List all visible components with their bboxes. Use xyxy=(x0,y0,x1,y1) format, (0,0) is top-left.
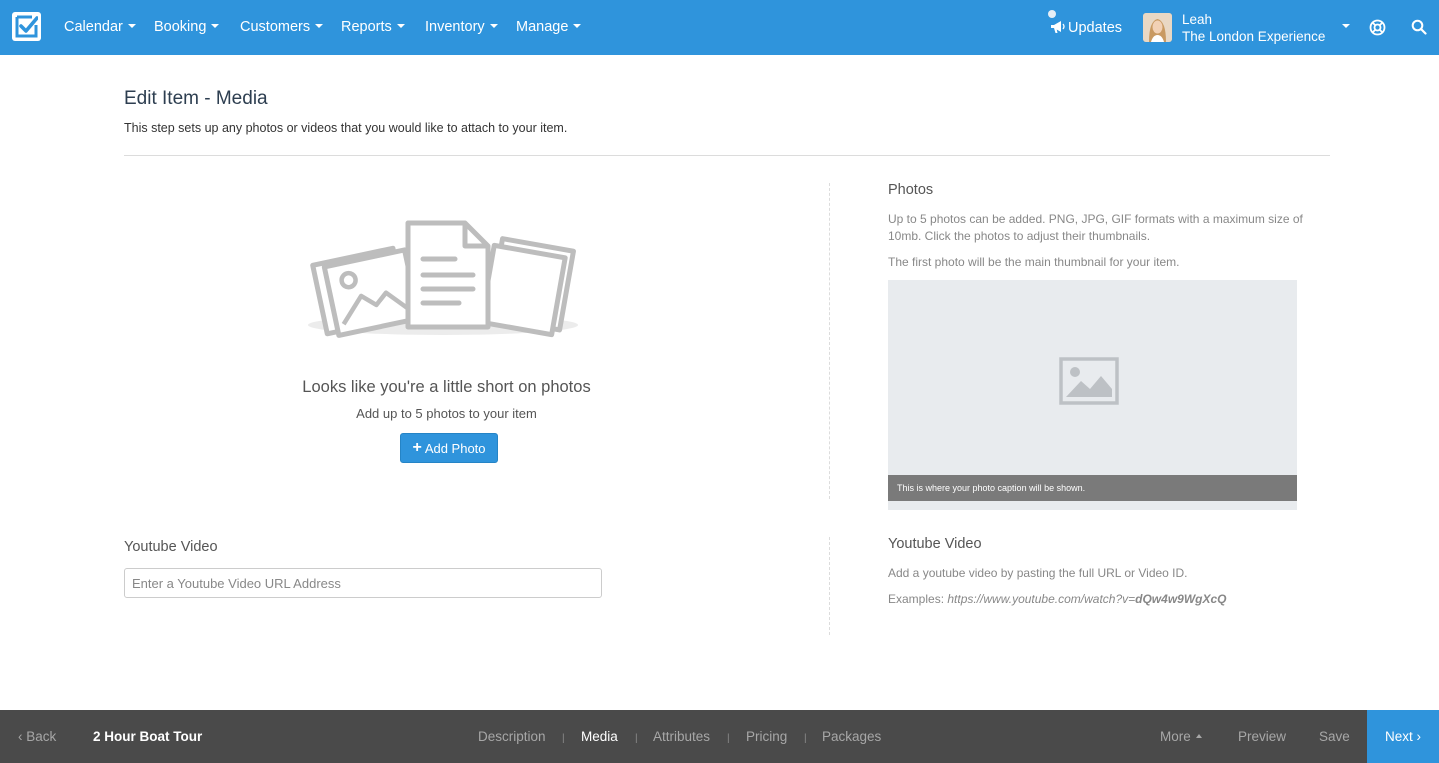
more-button[interactable]: More xyxy=(1160,729,1202,744)
checkfront-logo-icon[interactable] xyxy=(12,12,41,41)
help-lifebuoy-icon[interactable] xyxy=(1369,19,1386,36)
empty-state-title: Looks like you're a little short on phot… xyxy=(302,378,591,396)
back-label: Back xyxy=(26,729,57,744)
image-placeholder-icon xyxy=(1059,357,1119,405)
chevron-down-icon xyxy=(396,24,405,29)
youtube-example-id: dQw4w9WgXcQ xyxy=(1135,592,1227,606)
youtube-video-label: Youtube Video xyxy=(124,539,218,555)
nav-reports-label: Reports xyxy=(341,19,392,35)
search-icon[interactable] xyxy=(1411,19,1427,35)
nav-booking-label: Booking xyxy=(154,19,207,35)
nav-booking[interactable]: Booking xyxy=(154,19,220,35)
next-button[interactable]: Next › xyxy=(1367,710,1439,763)
next-label: Next xyxy=(1384,729,1413,744)
plus-icon: + xyxy=(412,439,422,456)
photos-help-title: Photos xyxy=(888,182,934,198)
back-button[interactable]: ‹ Back xyxy=(18,729,56,744)
step-media[interactable]: Media xyxy=(581,729,618,744)
page-subtitle: This step sets up any photos or videos t… xyxy=(124,121,568,135)
nav-calendar[interactable]: Calendar xyxy=(64,19,136,35)
item-title: 2 Hour Boat Tour xyxy=(93,729,203,744)
page-title: Edit Item - Media xyxy=(124,88,268,109)
empty-state-subtitle: Add up to 5 photos to your item xyxy=(356,406,537,421)
nav-customers-label: Customers xyxy=(240,19,311,35)
step-attributes[interactable]: Attributes xyxy=(653,729,710,744)
youtube-url-input[interactable] xyxy=(124,568,602,598)
avatar[interactable] xyxy=(1143,13,1172,42)
nav-reports[interactable]: Reports xyxy=(341,19,405,35)
column-divider xyxy=(829,537,830,635)
no-photos-illustration-icon xyxy=(308,220,578,338)
divider xyxy=(124,155,1330,156)
youtube-help-title: Youtube Video xyxy=(888,536,982,552)
nav-inventory-label: Inventory xyxy=(425,19,485,35)
nav-inventory[interactable]: Inventory xyxy=(425,19,498,35)
youtube-examples: Examples: https://www.youtube.com/watch?… xyxy=(888,592,1227,606)
user-org[interactable]: The London Experience xyxy=(1182,29,1332,44)
step-packages[interactable]: Packages xyxy=(822,729,881,744)
step-separator: | xyxy=(727,733,730,744)
chevron-right-icon: › xyxy=(1416,729,1422,744)
step-separator: | xyxy=(635,733,638,744)
nav-customers[interactable]: Customers xyxy=(240,19,324,35)
chevron-up-icon xyxy=(1195,734,1202,739)
step-pricing[interactable]: Pricing xyxy=(746,729,787,744)
photo-caption: This is where your photo caption will be… xyxy=(888,475,1297,501)
photo-preview: This is where your photo caption will be… xyxy=(888,280,1297,510)
youtube-examples-label: Examples: xyxy=(888,592,945,606)
nav-manage-label: Manage xyxy=(516,19,569,35)
bottom-bar: ‹ Back 2 Hour Boat Tour Description | Me… xyxy=(0,710,1439,763)
nav-manage[interactable]: Manage xyxy=(516,19,582,35)
more-label: More xyxy=(1160,729,1191,744)
photos-thumbnail-note: The first photo will be the main thumbna… xyxy=(888,255,1180,269)
chevron-left-icon: ‹ xyxy=(18,729,23,744)
preview-button[interactable]: Preview xyxy=(1238,729,1286,744)
megaphone-icon xyxy=(1051,21,1065,33)
notification-dot-icon xyxy=(1048,10,1056,18)
chevron-down-icon xyxy=(489,24,498,29)
step-description[interactable]: Description xyxy=(478,729,546,744)
user-menu-chevron-down-icon[interactable] xyxy=(1342,24,1350,28)
nav-calendar-label: Calendar xyxy=(64,19,123,35)
user-name[interactable]: Leah xyxy=(1182,12,1212,27)
add-photo-button[interactable]: + Add Photo xyxy=(400,433,498,463)
chevron-down-icon xyxy=(315,24,324,29)
chevron-down-icon xyxy=(211,24,220,29)
updates-label: Updates xyxy=(1068,20,1123,36)
youtube-help-text: Add a youtube video by pasting the full … xyxy=(888,566,1188,580)
column-divider xyxy=(829,183,830,499)
top-nav: Calendar Booking Customers Reports Inven… xyxy=(0,0,1439,55)
youtube-example-url: https://www.youtube.com/watch?v= xyxy=(947,592,1136,606)
save-button[interactable]: Save xyxy=(1319,729,1350,744)
chevron-down-icon xyxy=(127,24,136,29)
add-photo-label: Add Photo xyxy=(424,440,486,456)
step-separator: | xyxy=(562,733,565,744)
photos-help-text: Up to 5 photos can be added. PNG, JPG, G… xyxy=(888,212,1303,243)
step-separator: | xyxy=(804,733,807,744)
chevron-down-icon xyxy=(573,24,582,29)
